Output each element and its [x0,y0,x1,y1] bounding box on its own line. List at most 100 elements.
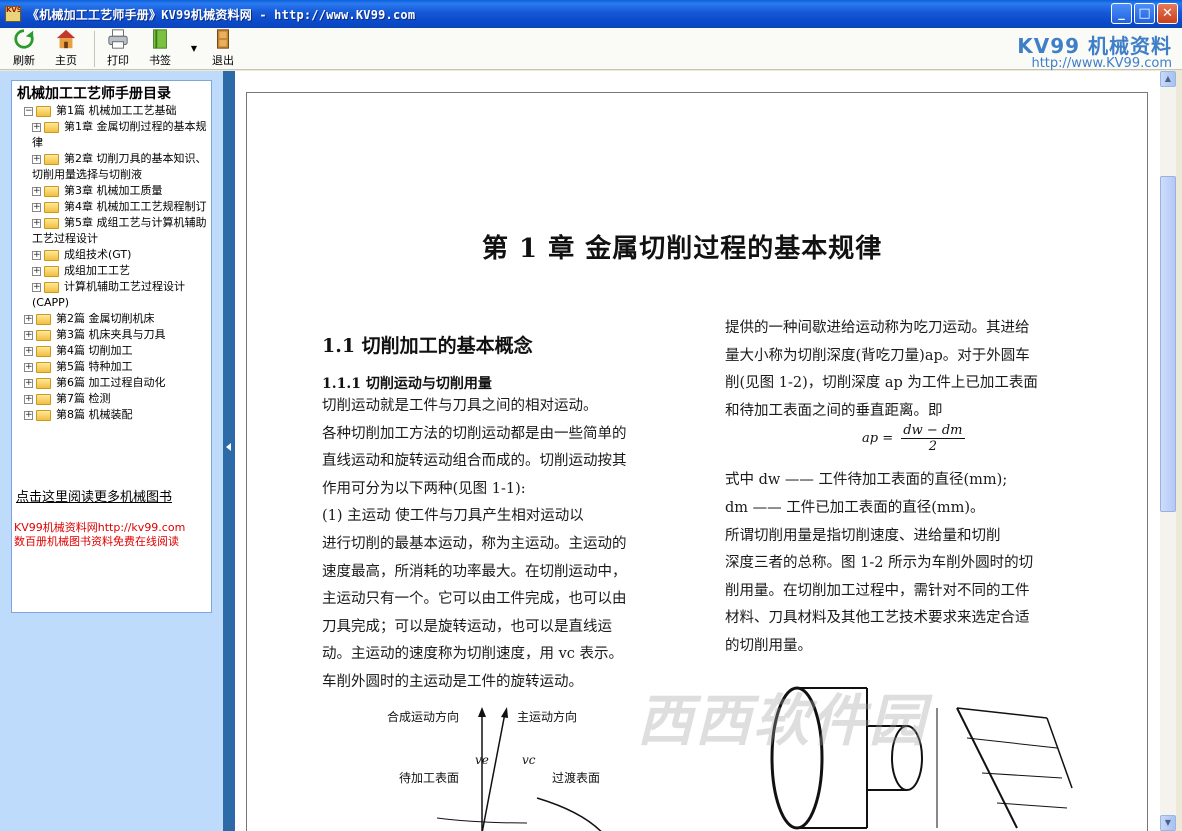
expand-icon[interactable]: + [32,186,41,196]
expand-icon[interactable]: + [32,202,41,212]
expand-icon[interactable]: + [24,314,33,324]
title-bar: KV99 《机械加工工艺师手册》KV99机械资料网 - http://www.K… [0,0,1182,28]
text-line: 速度最高，所消耗的功率最大。在切削运动中， [322,563,627,580]
toc-item-part5[interactable]: + 第5篇 特种加工 [12,359,211,375]
depth-formula: ap = dw − dm 2 [862,423,965,454]
formula-denominator: 2 [928,439,938,454]
text-line: 所谓切削用量是指切削速度、进给量和切削 [725,527,1001,544]
text-line: 削(见图 1-2)，切削深度 ap 为工件上已加工表面 [725,375,1038,392]
toc-item-part2[interactable]: + 第2篇 金属切削机床 [12,311,211,327]
expand-icon[interactable]: + [32,250,41,260]
expand-icon[interactable]: + [32,282,41,292]
collapse-icon[interactable]: − [24,106,33,116]
more-books-link[interactable]: 点击这里阅读更多机械图书 [16,486,172,505]
toc-item-part3[interactable]: + 第3篇 机床夹具与刀具 [12,327,211,343]
toc-item-ch4[interactable]: + 第4章 机械加工工艺规程制订 [12,199,211,215]
toc-item-gt[interactable]: + 成组技术(GT) [12,247,211,263]
toc-item-ch5[interactable]: + 第5章 成组工艺与计算机辅助工艺过程设计 [12,215,211,247]
left-pane: 机械加工工艺师手册目录 − 第1篇 机械加工工艺基础 + 第1章 金属切削过程的基本… [0,71,223,831]
expand-icon[interactable]: + [32,218,41,228]
formula-lhs: ap = [862,431,894,446]
text-line: 量大小称为切削深度(背吃刀量)ap。对于外圆车 [725,347,1030,364]
printer-icon [108,29,128,49]
expand-icon[interactable]: + [32,154,41,164]
promo-text[interactable]: KV99机械资料网http://kv99.com 数百册机械图书资料免费在线阅读 [14,521,185,549]
scroll-thumb[interactable] [1160,176,1176,512]
toc-item-ch1[interactable]: + 第1章 金属切削过程的基本规律 [12,119,211,151]
left-column-text: 切削运动就是工件与刀具之间的相对运动。 各种切削加工方法的切削运动都是由一些简单… [322,393,692,697]
toc-title: 机械加工工艺师手册目录 [17,86,171,102]
toc-item-part4[interactable]: + 第4篇 切削加工 [12,343,211,359]
scroll-up-button[interactable]: ▲ [1160,71,1176,87]
expand-icon[interactable]: + [24,346,33,356]
expand-icon[interactable]: + [24,394,33,404]
collapse-left-arrow-icon[interactable] [226,443,231,451]
expand-icon[interactable]: + [24,410,33,420]
toolbar: 刷新 主页 打印 书签 ▼ 退出 KV99 机械资料 http://www.KV… [0,28,1182,71]
right-column-text: 提供的一种间歇进给运动称为吃刀运动。其进给 量大小称为切削深度(背吃刀量)ap。… [725,315,1095,661]
text-line: 主运动只有一个。它可以由工件完成，也可以由 [322,591,627,608]
text-line: 各种切削加工方法的切削运动都是由一些简单的 [322,425,627,442]
expand-icon[interactable]: + [24,378,33,388]
folder-icon [44,201,59,213]
expand-icon[interactable]: + [32,266,41,276]
promo-line-1[interactable]: KV99机械资料网http://kv99.com [14,521,185,535]
chapter-title: 第 1 章 金属切削过程的基本规律 [482,234,883,264]
pane-splitter[interactable] [223,71,235,831]
print-button[interactable]: 打印 [100,28,136,70]
toc-item-part1[interactable]: − 第1篇 机械加工工艺基础 [12,103,211,119]
document-viewer: 第 1 章 金属切削过程的基本规律 1.1 切削加工的基本概念 1.1.1 切削… [235,71,1160,831]
fig-label-surface-to-machine: 待加工表面 [399,771,460,785]
maximize-button[interactable]: □ [1134,3,1155,24]
close-button[interactable]: ✕ [1157,3,1178,24]
home-icon [56,29,76,49]
folder-icon [36,313,51,325]
fig-label-combined-motion: 合成运动方向 [387,710,460,724]
toc-item-ch3[interactable]: + 第3章 机械加工质量 [12,183,211,199]
vertical-scrollbar[interactable]: ▲ ▼ [1160,71,1176,831]
bookmark-button[interactable]: 书签 [142,28,178,70]
exit-label: 退出 [212,54,234,67]
folder-icon [44,121,59,133]
refresh-label: 刷新 [13,54,35,67]
text-line: 切削运动就是工件与刀具之间的相对运动。 [322,398,598,414]
toc-panel: 机械加工工艺师手册目录 − 第1篇 机械加工工艺基础 + 第1章 金属切削过程的基本… [11,80,212,613]
folder-icon [36,329,51,341]
minimize-button[interactable]: _ [1111,3,1132,24]
toc-item-ch2[interactable]: + 第2章 切削刀具的基本知识、切削用量选择与切削液 [12,151,211,183]
toc-item-part7[interactable]: + 第7篇 检测 [12,391,211,407]
section-title: 1.1 切削加工的基本概念 [322,335,533,357]
fig-label-main-motion: 主运动方向 [517,710,578,724]
toc-item-capp[interactable]: + 计算机辅助工艺过程设计(CAPP) [12,279,211,311]
exit-button[interactable]: 退出 [205,28,241,70]
subsection-title: 1.1.1 切削运动与切削用量 [322,376,492,392]
document-page: 第 1 章 金属切削过程的基本规律 1.1 切削加工的基本概念 1.1.1 切削… [246,92,1148,831]
toc-item-part8[interactable]: + 第8篇 机械装配 [12,407,211,423]
text-line: 式中 dw —— 工件待加工表面的直径(mm); [725,472,1008,489]
home-button[interactable]: 主页 [48,28,84,70]
expand-icon[interactable]: + [32,122,41,132]
text-line: (1) 主运动 使工件与刀具产生相对运动以 [322,508,584,525]
fig-label-vc: vc [522,753,536,767]
expand-icon[interactable]: + [24,330,33,340]
text-line: 和待加工表面之间的垂直距离。即 [725,402,943,419]
toc-tree: − 第1篇 机械加工工艺基础 + 第1章 金属切削过程的基本规律 + 第2章 切削刀具… [12,103,211,423]
formula-fraction: dw − dm 2 [901,423,965,454]
text-line: 材料、刀具材料及其他工艺技术要求来选定合适 [725,610,1030,627]
toc-item-group-processing[interactable]: + 成组加工工艺 [12,263,211,279]
promo-line-2: 数百册机械图书资料免费在线阅读 [14,535,179,548]
expand-icon[interactable]: + [24,362,33,372]
text-line: 刀具完成；可以是旋转运动，也可以是直线运 [322,618,612,635]
fig-label-ve: ve [475,753,489,767]
bookmark-dropdown[interactable]: ▼ [188,28,200,70]
folder-icon [44,185,59,197]
refresh-button[interactable]: 刷新 [6,28,42,70]
dropdown-arrow-icon: ▼ [190,43,198,53]
folder-icon [36,377,51,389]
brand-name: KV99 机械资料 [1017,34,1172,58]
folder-open-icon [36,105,51,117]
scroll-down-button[interactable]: ▼ [1160,815,1176,831]
bookmark-label: 书签 [149,54,171,67]
home-label: 主页 [55,54,77,67]
toc-item-part6[interactable]: + 第6篇 加工过程自动化 [12,375,211,391]
